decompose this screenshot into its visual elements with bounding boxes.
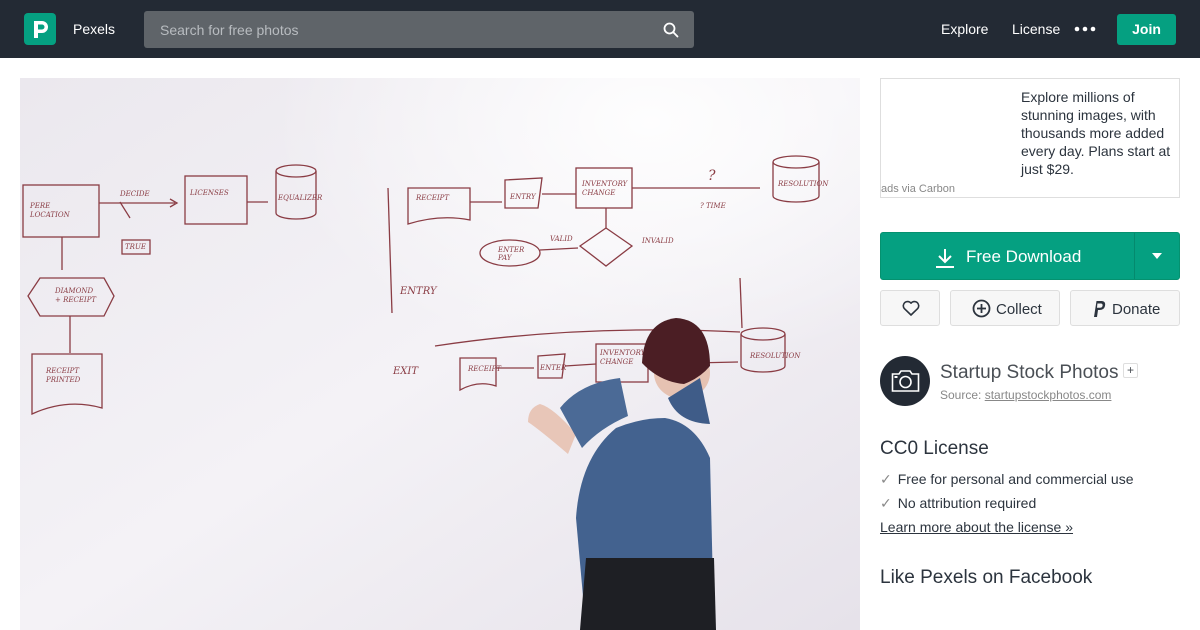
author-source: Source: startupstockphotos.com [940,388,1111,402]
join-button[interactable]: Join [1117,14,1176,45]
main-photo[interactable]: PERE LOCATION DECIDE LICENSES EQUALIZER … [20,78,860,630]
follow-author-button[interactable]: + [1123,363,1138,378]
checkmark-icon: ✓ [880,495,892,511]
facebook-section-title: Like Pexels on Facebook [880,567,1093,588]
svg-text:PERE: PERE [29,202,50,210]
license-item: ✓ No attribution required [880,495,1036,512]
svg-text:RECEIPT: RECEIPT [467,365,502,373]
svg-text:INVALID: INVALID [641,237,674,245]
svg-text:VALID: VALID [550,235,573,243]
photo-whiteboard-illustration: PERE LOCATION DECIDE LICENSES EQUALIZER … [20,78,860,630]
svg-text:ENTER: ENTER [539,364,567,372]
license-title: CC0 License [880,438,989,459]
svg-text:CHANGE: CHANGE [600,358,633,366]
svg-text:RESOLUTION: RESOLUTION [777,180,829,188]
license-item: ✓ Free for personal and commercial use [880,471,1134,488]
plus-circle-icon [972,299,991,318]
svg-text:EXIT: EXIT [392,366,419,377]
camera-icon [891,370,920,392]
svg-text:+ RECEIPT: + RECEIPT [55,296,97,304]
source-label: Source: [940,388,982,402]
svg-text:DECIDE: DECIDE [119,190,150,198]
svg-text:ENTRY: ENTRY [509,193,537,201]
download-arrow-icon [936,249,954,268]
search-bar [144,11,694,48]
ad-via-label[interactable]: ads via Carbon [881,183,955,195]
svg-text:LICENSES: LICENSES [189,189,229,197]
search-icon[interactable] [663,22,679,38]
collect-label: Collect [996,301,1042,318]
checkmark-icon: ✓ [880,471,892,487]
svg-text:EQUALIZER: EQUALIZER [277,194,323,202]
download-button-group: Free Download [880,232,1180,280]
nav-license-link[interactable]: License [1012,21,1060,37]
svg-text:TRUE: TRUE [125,243,146,251]
svg-text:ENTER: ENTER [497,246,525,254]
carbon-ad[interactable]: Explore millions of stunning images, wit… [880,78,1180,198]
ad-text[interactable]: Explore millions of stunning images, wit… [1021,88,1177,178]
learn-more-license-link[interactable]: Learn more about the license » [880,519,1073,535]
svg-text:? TIME: ? TIME [700,202,726,210]
svg-text:?: ? [708,168,716,184]
svg-text:RESOLUTION: RESOLUTION [749,352,801,360]
paypal-icon [1094,301,1106,317]
license-item-text: No attribution required [897,495,1037,511]
like-button[interactable] [880,290,940,326]
heart-icon [902,300,920,316]
source-link[interactable]: startupstockphotos.com [985,388,1112,402]
author-avatar[interactable] [880,356,930,406]
svg-text:PRINTED: PRINTED [45,376,81,384]
free-download-button[interactable]: Free Download [881,233,1134,279]
svg-text:INVENTORY: INVENTORY [581,180,629,188]
ad-image[interactable] [881,79,1011,179]
donate-label: Donate [1112,301,1161,318]
brand-name[interactable]: Pexels [73,21,115,37]
more-options-icon[interactable] [1074,22,1096,36]
nav-explore-link[interactable]: Explore [941,21,988,37]
pexels-logo-icon[interactable] [24,13,56,45]
svg-text:RECEIPT: RECEIPT [45,367,80,375]
donate-button[interactable]: Donate [1070,290,1180,326]
svg-text:ENTRY: ENTRY [399,286,438,297]
svg-text:RECEIPT: RECEIPT [415,194,450,202]
svg-text:DIAMOND: DIAMOND [54,287,93,295]
svg-text:CHANGE: CHANGE [582,189,615,197]
author-name-link[interactable]: Startup Stock Photos [940,362,1119,384]
top-navigation-bar: Pexels Explore License Join [0,0,1200,58]
download-label: Free Download [966,247,1082,266]
collect-button[interactable]: Collect [950,290,1060,326]
download-options-dropdown[interactable] [1135,233,1180,279]
svg-text:LOCATION: LOCATION [29,211,71,219]
svg-text:INVENTORY: INVENTORY [599,349,647,357]
caret-down-icon [1152,253,1162,259]
search-input[interactable] [144,11,654,48]
svg-text:PAY: PAY [497,254,513,262]
license-item-text: Free for personal and commercial use [897,471,1134,487]
